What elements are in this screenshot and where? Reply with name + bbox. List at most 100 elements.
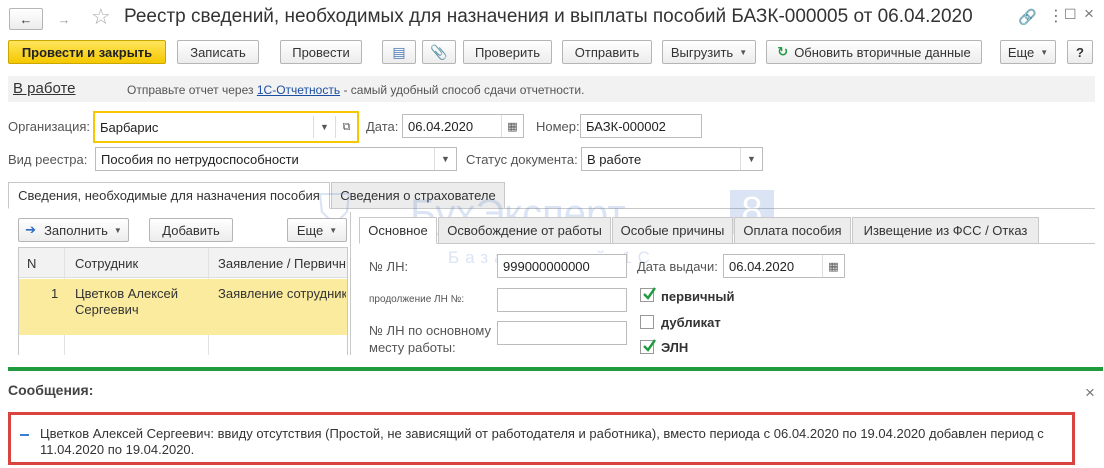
hint-prefix: Отправьте отчет через xyxy=(127,83,254,97)
fill-button[interactable]: ➔ Заполнить ▼ xyxy=(18,218,129,242)
upload-button[interactable]: Выгрузить ▼ xyxy=(662,40,756,64)
primary-checkbox[interactable] xyxy=(640,287,656,302)
post-and-close-button[interactable]: Провести и закрыть xyxy=(8,40,166,64)
number-label: Номер: xyxy=(536,119,580,134)
messages-close-icon[interactable]: × xyxy=(1085,383,1095,403)
status-hint: Отправьте отчет через 1С-Отчетность - са… xyxy=(127,83,584,97)
left-more-button[interactable]: Еще ▼ xyxy=(287,218,347,242)
back-button[interactable]: ← xyxy=(9,8,43,30)
doc-status-value: В работе xyxy=(587,151,642,167)
issue-date-value: 06.04.2020 xyxy=(729,258,795,274)
upload-label: Выгрузить xyxy=(670,44,734,60)
main-job-ln-label: № ЛН по основному месту работы: xyxy=(369,323,492,355)
help-button[interactable]: ? xyxy=(1067,40,1093,64)
favorite-star-icon[interactable]: ☆ xyxy=(91,4,111,30)
reporting-link[interactable]: 1С-Отчетность xyxy=(257,83,340,97)
status-state-link[interactable]: В работе xyxy=(13,80,76,97)
more-label: Еще xyxy=(1007,44,1035,60)
ln-value: 999000000000 xyxy=(503,258,590,274)
duplicate-checkbox[interactable] xyxy=(640,315,654,329)
refresh-secondary-button[interactable]: ↻ Обновить вторичные данные xyxy=(766,40,982,64)
kebab-menu-icon[interactable]: ⋮ xyxy=(1048,6,1064,26)
dropdown-caret-icon[interactable]: ▼ xyxy=(313,116,335,138)
dropdown-caret-icon: ▼ xyxy=(1040,47,1049,57)
link-icon[interactable]: 🔗 xyxy=(1018,8,1037,26)
subtab-work-release[interactable]: Освобождение от работы xyxy=(438,217,611,244)
messages-title: Сообщения: xyxy=(8,382,94,398)
eln-label: ЭЛН xyxy=(661,340,689,355)
open-icon[interactable]: ⧉ xyxy=(335,116,357,138)
registry-type-field[interactable]: Пособия по нетрудоспособности ▼ xyxy=(95,147,457,171)
attachments-button[interactable]: 📎 xyxy=(422,40,456,64)
dropdown-caret-icon[interactable]: ▼ xyxy=(434,148,456,170)
table-row[interactable]: 1 Цветков Алексей Сергеевич Заявление со… xyxy=(19,279,347,335)
maximize-icon[interactable]: ☐ xyxy=(1064,6,1077,23)
arrow-right-icon: → xyxy=(57,11,71,27)
tab-benefit-info[interactable]: Сведения, необходимые для назначения пос… xyxy=(8,182,330,209)
message-text[interactable]: Цветков Алексей Сергеевич: ввиду отсутст… xyxy=(40,426,1065,458)
arrow-left-icon: ← xyxy=(19,11,33,27)
row-number: 1 xyxy=(51,286,59,301)
org-field[interactable]: Барбарис ▼ ⧉ xyxy=(93,111,359,143)
doc-status-field[interactable]: В работе ▼ xyxy=(581,147,763,171)
checkmark-icon xyxy=(643,287,656,300)
ln-label: № ЛН: xyxy=(369,259,409,274)
number-field[interactable]: БАЗК-000002 xyxy=(580,114,702,138)
refresh-icon: ↻ xyxy=(777,44,789,59)
row-employee: Цветков Алексей Сергеевич xyxy=(75,286,179,317)
col-header-n[interactable]: N xyxy=(27,256,36,271)
more-button[interactable]: Еще ▼ xyxy=(1000,40,1056,64)
employees-table: N Сотрудник Заявление / Первичн 1 Цветко… xyxy=(18,247,348,358)
send-button[interactable]: Отправить xyxy=(562,40,652,64)
main-job-ln-field[interactable] xyxy=(497,321,627,345)
subtab-main[interactable]: Основное xyxy=(359,217,437,244)
org-value: Барбарис xyxy=(100,119,159,135)
date-field[interactable]: 06.04.2020 ▦ xyxy=(402,114,524,138)
primary-label: первичный xyxy=(661,289,735,304)
calendar-icon[interactable]: ▦ xyxy=(501,115,523,137)
doc-status-label: Статус документа: xyxy=(466,152,578,167)
col-header-employee[interactable]: Сотрудник xyxy=(75,256,138,271)
date-label: Дата: xyxy=(366,119,399,134)
save-button[interactable]: Записать xyxy=(177,40,259,64)
dropdown-caret-icon: ▼ xyxy=(113,225,122,235)
paperclip-icon: 📎 xyxy=(430,43,448,60)
check-button[interactable]: Проверить xyxy=(463,40,552,64)
ln-field[interactable]: 999000000000 xyxy=(497,254,627,278)
continuation-label: продолжение ЛН №: xyxy=(369,294,465,305)
window-title: Реестр сведений, необходимых для назначе… xyxy=(124,6,973,27)
add-button[interactable]: Добавить xyxy=(149,218,233,242)
subtab-benefit-payment[interactable]: Оплата пособия xyxy=(734,217,851,244)
panel-splitter[interactable] xyxy=(350,212,351,357)
registry-type-label: Вид реестра: xyxy=(8,152,88,167)
left-more-label: Еще xyxy=(296,222,324,238)
calendar-icon[interactable]: ▦ xyxy=(822,255,844,277)
org-label: Организация: xyxy=(8,119,91,134)
fill-arrow-icon: ➔ xyxy=(25,222,37,237)
hint-suffix: - самый удобный способ сдачи отчетности. xyxy=(343,83,585,97)
checkmark-icon xyxy=(643,339,656,352)
post-button[interactable]: Провести xyxy=(280,40,362,64)
eln-checkbox[interactable] xyxy=(640,339,656,354)
number-value: БАЗК-000002 xyxy=(586,118,666,134)
close-window-icon[interactable]: × xyxy=(1084,4,1094,24)
dropdown-caret-icon: ▼ xyxy=(329,225,338,235)
issue-date-label: Дата выдачи: xyxy=(637,259,718,274)
date-value: 06.04.2020 xyxy=(408,118,474,134)
row-application: Заявление сотрудника xyxy=(218,286,346,301)
messages-divider xyxy=(8,367,1103,371)
col-header-application[interactable]: Заявление / Первичн xyxy=(218,256,346,271)
issue-date-field[interactable]: 06.04.2020 ▦ xyxy=(723,254,845,278)
dropdown-caret-icon[interactable]: ▼ xyxy=(740,148,762,170)
duplicate-label: дубликат xyxy=(661,315,721,330)
fill-label: Заполнить xyxy=(44,222,108,238)
refresh-label: Обновить вторичные данные xyxy=(794,44,971,60)
message-bullet-icon xyxy=(20,434,29,436)
dropdown-caret-icon: ▼ xyxy=(739,47,748,57)
forward-button[interactable]: → xyxy=(49,8,79,30)
print-button[interactable]: ▤ xyxy=(382,40,416,64)
message-box: Цветков Алексей Сергеевич: ввиду отсутст… xyxy=(8,412,1075,465)
continuation-field[interactable] xyxy=(497,288,627,312)
subtab-special-reasons[interactable]: Особые причины xyxy=(612,217,733,244)
subtab-fss-notice[interactable]: Извещение из ФСС / Отказ xyxy=(852,217,1039,244)
